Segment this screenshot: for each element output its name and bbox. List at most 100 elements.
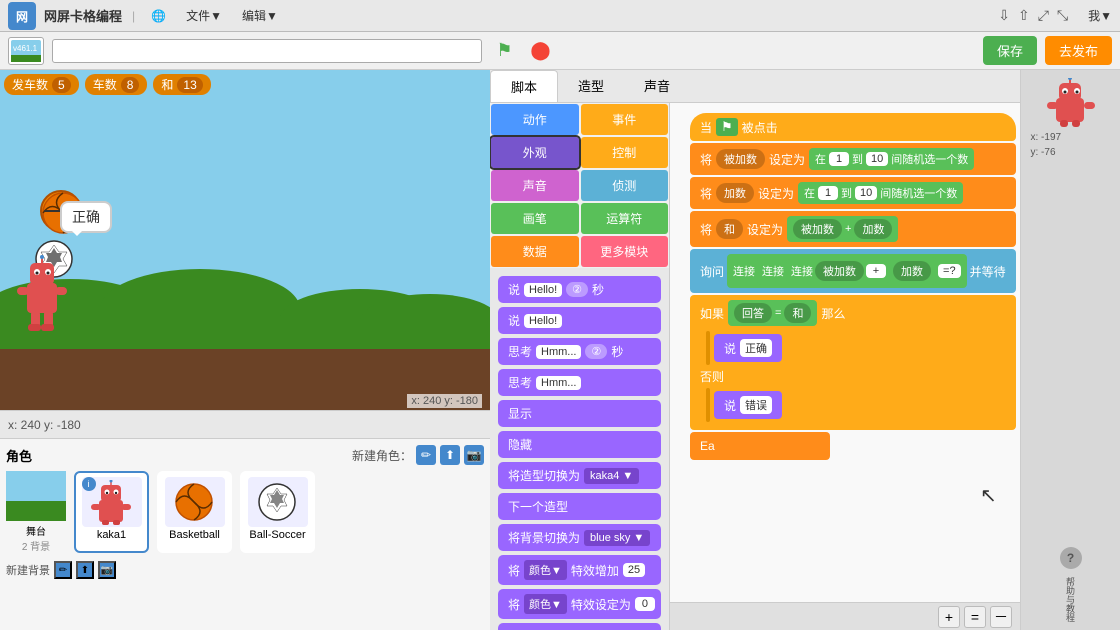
zoom-controls: + = － [670,602,1020,630]
menu-item-file[interactable]: 文件▼ [180,5,228,26]
block-if-inner: 说 正确 [690,331,1016,365]
flag-button[interactable]: ⚑ [490,37,518,65]
cat-motion[interactable]: 动作 [491,104,579,135]
svg-text:v461.1: v461.1 [13,44,38,53]
tab-script[interactable]: 脚本 [490,70,558,102]
block-set-var-random-1[interactable]: 将 被加数 设定为 在 1 到 10 间随机选一个数 [690,143,1016,175]
block-switch-bg[interactable]: 将背景切换为 blue sky ▼ [498,524,661,551]
stage-canvas[interactable]: 发车数 5 车数 8 和 13 [0,70,490,410]
block-when-flag-clicked[interactable]: 当 ⚑ 被点击 [690,113,1016,141]
sprite-name-soccer: Ball-Soccer [249,529,305,541]
block-clear-effects[interactable]: 清除所有图形特效 [498,623,661,630]
zoom-in-button[interactable]: + [938,606,960,628]
menu-item-edit[interactable]: 编辑▼ [236,5,284,26]
cat-more[interactable]: 更多模块 [581,236,669,267]
cat-data[interactable]: 数据 [491,236,579,267]
block-show[interactable]: 显示 [498,400,661,427]
icon-expand[interactable]: ⤢ [1038,7,1049,24]
block-say-correct[interactable]: 说 正确 [714,334,782,362]
block-effect-increase[interactable]: 将 颜色▼ 特效增加 25 [498,555,661,585]
sprite-item-kaka1[interactable]: i [74,471,149,553]
cat-row-4: 画笔 运算符 [490,202,669,235]
block-if-else: 如果 回答 = 和 那么 说 正确 [690,295,1016,430]
script-group-main: 当 ⚑ 被点击 将 被加数 设定为 在 1 到 10 间随机选一个数 将 加数 … [690,113,1016,460]
paint-backdrop-button[interactable]: ✏ [54,561,72,579]
block-think-hmm[interactable]: 思考 Hmm... [498,369,661,396]
toolbar: v461.1 ⚑ ⬤ 保存 去发布 [0,32,1120,70]
variable-badges: 发车数 5 车数 8 和 13 [4,74,211,95]
block-stack: 当 ⚑ 被点击 将 被加数 设定为 在 1 到 10 间随机选一个数 将 加数 … [690,113,1016,460]
sprite-name-basketball: Basketball [169,529,220,541]
stage-thumbnail[interactable]: 舞台 2 背景 [6,471,66,553]
block-ea[interactable]: Ea [690,432,830,460]
sprite-panel-header: 角色 新建角色： ✏ ⬆ 📷 [6,445,484,465]
block-ask[interactable]: 询问 连接 连接 连接 被加数 + 加数 =? 并等待 [690,249,1016,293]
block-set-var-random-2[interactable]: 将 加数 设定为 在 1 到 10 间随机选一个数 [690,177,1016,209]
block-set-sum[interactable]: 将 和 设定为 被加数 + 加数 [690,211,1016,247]
zoom-fit-button[interactable]: = [964,606,986,628]
block-list: 说 Hello! ② 秒 说 Hello! 思考 Hmm... ② 秒 思考 H… [490,268,669,630]
hill-2 [100,269,300,349]
mouse-cursor: ↖ [980,483,997,508]
script-inner: 当 ⚑ 被点击 将 被加数 设定为 在 1 到 10 间随机选一个数 将 加数 … [670,103,1020,603]
cat-sense[interactable]: 侦测 [581,170,669,201]
icon-shrink[interactable]: ⤡ [1057,7,1068,24]
menu-item-global[interactable]: 🌐 [145,7,172,25]
icon-download[interactable]: ⇩ [998,7,1010,24]
cat-event[interactable]: 事件 [581,104,669,135]
cat-looks[interactable]: 外观 [491,137,579,168]
block-switch-costume[interactable]: 将造型切换为 kaka4 ▼ [498,462,661,489]
sprite-thumb-kaka1: i [82,477,142,527]
block-else-label: 否则 [690,365,1016,388]
block-say-hello[interactable]: 说 Hello! [498,307,661,334]
sprite-item-basketball[interactable]: Basketball [157,471,232,553]
camera-sprite-button[interactable]: 📷 [464,445,484,465]
sprite-item-soccer[interactable]: Ball-Soccer [240,471,315,553]
stop-button[interactable]: ⬤ [526,37,554,65]
camera-backdrop-button[interactable]: 📷 [98,561,116,579]
icon-upload[interactable]: ⇧ [1018,7,1030,24]
code-tabs: 脚本 造型 声音 [490,70,1020,103]
project-name-input[interactable] [52,39,482,63]
robot-sprite[interactable] [15,255,75,335]
cat-pen[interactable]: 画笔 [491,203,579,234]
var-badge-2: 和 13 [153,74,210,95]
speech-bubble: 正确 [60,201,112,233]
bg-panel: 新建背景 ✏ ⬆ 📷 [6,561,484,579]
help-text: 帮助与教程 [1064,577,1077,622]
paint-sprite-button[interactable]: ✏ [416,445,436,465]
new-backdrop-label: 新建背景 [6,562,50,578]
stage-info-bar: x: 240 y: -180 [0,410,490,438]
ea-text: Ea [700,439,715,453]
hill-4 [360,294,490,349]
upload-backdrop-button[interactable]: ⬆ [76,561,94,579]
publish-button[interactable]: 去发布 [1045,36,1112,65]
block-say-wrong[interactable]: 说 错误 [714,391,782,419]
right-panel: x: -197 y: -76 ? 帮助与教程 [1020,70,1120,630]
tab-sound[interactable]: 声音 [624,70,690,102]
flag-icon: ⚑ [496,40,512,61]
main-content: 发车数 5 车数 8 和 13 [0,70,1120,630]
block-next-costume[interactable]: 下一个造型 [498,493,661,520]
stage-coords: x: 240 y: -180 [407,394,482,408]
tab-costume[interactable]: 造型 [558,70,624,102]
stop-icon: ⬤ [530,40,550,61]
block-say-hello-sec[interactable]: 说 Hello! ② 秒 [498,276,661,303]
save-button[interactable]: 保存 [983,36,1037,65]
block-if-top[interactable]: 如果 回答 = 和 那么 [690,295,1016,331]
topbar: 网 网屏卡格编程 | 🌐 文件▼ 编辑▼ ⇩ ⇧ ⤢ ⤡ 我▼ [0,0,1120,32]
cat-row-3: 声音 侦测 [490,169,669,202]
script-canvas[interactable]: 当 ⚑ 被点击 将 被加数 设定为 在 1 到 10 间随机选一个数 将 加数 … [670,103,1020,630]
help-button[interactable]: ? [1060,547,1082,569]
upload-sprite-button[interactable]: ⬆ [440,445,460,465]
cat-op[interactable]: 运算符 [581,203,669,234]
sprite-thumb-basketball [165,477,225,527]
block-think-hmm-sec[interactable]: 思考 Hmm... ② 秒 [498,338,661,365]
cat-sound[interactable]: 声音 [491,170,579,201]
block-hide[interactable]: 隐藏 [498,431,661,458]
zoom-out-button[interactable]: － [990,606,1012,628]
block-effect-set[interactable]: 将 颜色▼ 特效设定为 0 [498,589,661,619]
user-menu[interactable]: 我▼ [1088,7,1112,24]
sprite-info-badge[interactable]: i [82,477,96,491]
cat-control[interactable]: 控制 [581,137,669,168]
